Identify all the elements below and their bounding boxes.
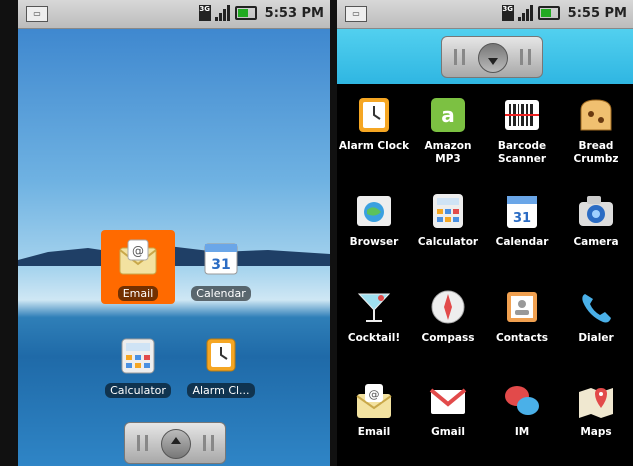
- signal-icon: [517, 5, 534, 21]
- app-label: Amazon MP3: [424, 140, 472, 165]
- app-drawer-handle[interactable]: [124, 422, 226, 464]
- bread-crumbz-icon: [575, 94, 617, 136]
- browser-icon: [353, 190, 395, 232]
- app-maps[interactable]: Maps: [559, 380, 633, 439]
- app-label: Alarm Clock: [338, 140, 410, 152]
- status-bar[interactable]: ▭ 3G 5:53 PM: [18, 0, 330, 29]
- app-label: Calculator: [417, 236, 479, 248]
- calendar-icon: 31: [501, 190, 543, 232]
- svg-text:@: @: [369, 388, 380, 401]
- handle-grip: [454, 49, 457, 65]
- phone-icon: [575, 286, 617, 328]
- app-label: Cocktail!: [347, 332, 401, 344]
- battery-icon: [234, 6, 257, 20]
- app-label: Maps: [580, 426, 612, 438]
- battery-icon: [537, 6, 560, 20]
- email-icon: @: [353, 380, 395, 422]
- app-label: Barcode Scanner: [497, 140, 547, 165]
- app-label: Browser: [349, 236, 399, 248]
- app-cocktail[interactable]: Cocktail!: [337, 286, 411, 345]
- home-icon-calendar[interactable]: 31 Calendar: [184, 230, 258, 304]
- home-icon-label: Alarm Cl...: [187, 383, 255, 398]
- alarm-clock-icon: [199, 333, 243, 377]
- app-calendar[interactable]: 31 Calendar: [485, 190, 559, 249]
- network-type-icon: 3G: [198, 5, 211, 21]
- amazon-mp3-icon: a: [427, 94, 469, 136]
- calendar-day: 31: [211, 257, 230, 273]
- app-barcode-scanner[interactable]: Barcode Scanner: [485, 94, 559, 166]
- calendar-icon: 31: [199, 236, 243, 280]
- home-icon-calculator[interactable]: Calculator: [101, 327, 175, 401]
- svg-text:a: a: [441, 103, 455, 127]
- gmail-icon: [427, 380, 469, 422]
- status-time: 5:55 PM: [567, 5, 627, 21]
- handle-grip: [211, 435, 214, 451]
- handle-grip: [528, 49, 531, 65]
- app-label: Camera: [573, 236, 619, 248]
- app-compass[interactable]: Compass: [411, 286, 485, 345]
- app-label: IM: [514, 426, 530, 438]
- network-type-icon: 3G: [501, 5, 514, 21]
- notification-icon: ▭: [26, 6, 48, 22]
- app-label: Compass: [421, 332, 475, 344]
- close-drawer-icon: [478, 43, 508, 73]
- app-gmail[interactable]: Gmail: [411, 380, 485, 439]
- cocktail-icon: [353, 286, 395, 328]
- app-email[interactable]: @ Email: [337, 380, 411, 439]
- handle-grip: [203, 435, 206, 451]
- barcode-icon: [501, 94, 543, 136]
- app-label: Email: [357, 426, 391, 438]
- app-label: Bread Crumbz: [573, 140, 619, 165]
- handle-grip: [520, 49, 523, 65]
- handle-grip: [145, 435, 148, 451]
- app-label: Gmail: [431, 426, 465, 438]
- home-icon-label: Calculator: [105, 383, 171, 398]
- app-label: Calendar: [495, 236, 549, 248]
- app-alarm-clock[interactable]: Alarm Clock: [337, 94, 411, 153]
- status-time: 5:53 PM: [264, 5, 324, 21]
- notification-icon: ▭: [345, 6, 367, 22]
- camera-icon: [575, 190, 617, 232]
- home-icon-label: Email: [117, 286, 159, 301]
- home-icon-alarm-clock[interactable]: Alarm Cl...: [184, 327, 258, 401]
- home-icon-label: Calendar: [191, 286, 251, 301]
- calculator-icon: [427, 190, 469, 232]
- app-dialer[interactable]: Dialer: [559, 286, 633, 345]
- close-drawer-handle[interactable]: [441, 36, 543, 78]
- status-bar[interactable]: ▭ 3G 5:55 PM: [337, 0, 633, 29]
- app-drawer-screen: ▭ 3G 5:55 PM Alarm Clock a Amazon MP3 Ba…: [337, 0, 633, 466]
- compass-icon: [427, 286, 469, 328]
- contacts-icon: [501, 286, 543, 328]
- chat-bubbles-icon: [501, 380, 543, 422]
- app-amazon-mp3[interactable]: a Amazon MP3: [411, 94, 485, 166]
- signal-icon: [214, 5, 231, 21]
- app-browser[interactable]: Browser: [337, 190, 411, 249]
- open-drawer-icon: [161, 429, 191, 459]
- email-icon: @: [116, 236, 160, 280]
- calendar-day: 31: [513, 211, 531, 226]
- home-icon-email[interactable]: @ Email: [101, 230, 175, 304]
- home-screen: ▭ 3G 5:53 PM @ Email 31 Calendar Calcula…: [18, 0, 330, 466]
- app-bread-crumbz[interactable]: Bread Crumbz: [559, 94, 633, 166]
- handle-grip: [137, 435, 140, 451]
- app-camera[interactable]: Camera: [559, 190, 633, 249]
- app-calculator[interactable]: Calculator: [411, 190, 485, 249]
- svg-text:@: @: [132, 244, 144, 258]
- alarm-clock-icon: [353, 94, 395, 136]
- app-im[interactable]: IM: [485, 380, 559, 439]
- handle-grip: [462, 49, 465, 65]
- map-pin-icon: [575, 380, 617, 422]
- app-label: Dialer: [578, 332, 614, 344]
- app-label: Contacts: [496, 332, 548, 344]
- calculator-icon: [116, 333, 160, 377]
- app-contacts[interactable]: Contacts: [485, 286, 559, 345]
